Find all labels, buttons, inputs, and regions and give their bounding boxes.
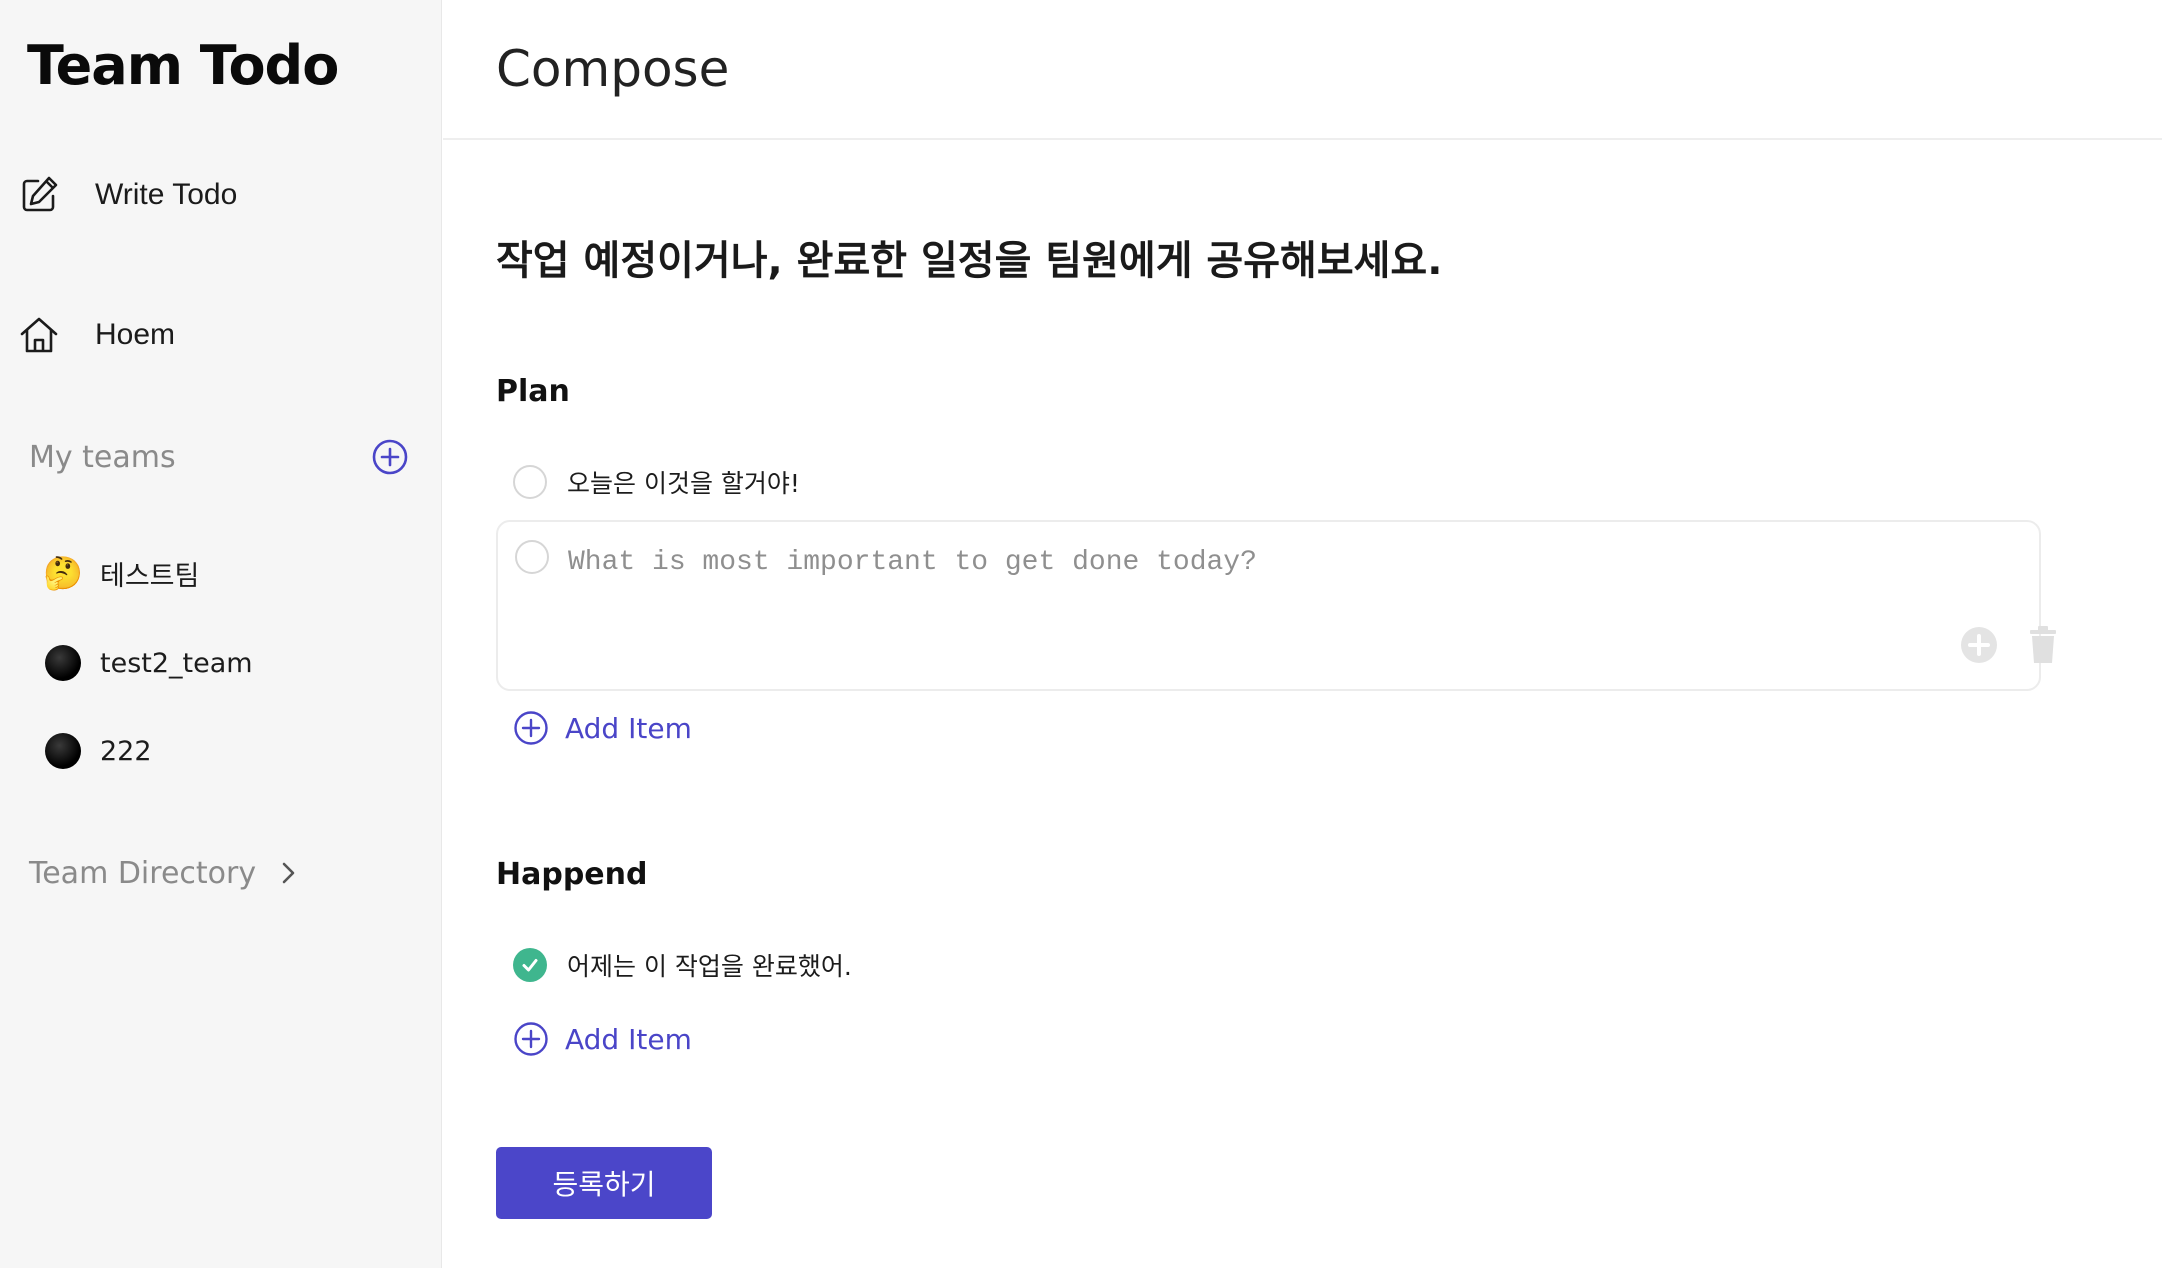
team-name: test2_team — [100, 647, 253, 679]
page-title: Compose — [496, 40, 730, 98]
thinking-face-icon: 🤔 — [43, 555, 83, 591]
plus-circle-icon — [514, 1022, 548, 1056]
todo-radio[interactable] — [515, 540, 549, 574]
team-directory-label: Team Directory — [29, 855, 257, 891]
home-icon — [20, 317, 58, 353]
team-item[interactable]: test2_team — [44, 638, 404, 688]
page-subtitle: 작업 예정이거나, 완료한 일정을 팀원에게 공유해보세요. — [496, 238, 1443, 284]
todo-input[interactable] — [568, 542, 1948, 582]
add-circle-icon[interactable] — [1960, 626, 1998, 664]
add-item-label: Add Item — [565, 711, 692, 745]
submit-button[interactable]: 등록하기 — [496, 1147, 712, 1219]
app-root: Team Todo Write Todo Hoem My teams 🤔 테스트… — [0, 0, 2162, 1268]
sidebar: Team Todo Write Todo Hoem My teams 🤔 테스트… — [0, 0, 442, 1268]
happend-add-item-button[interactable]: Add Item — [513, 1017, 692, 1061]
app-logo[interactable]: Team Todo — [27, 34, 339, 97]
plan-section-title: Plan — [496, 374, 570, 409]
sidebar-item-label: Hoem — [95, 318, 176, 351]
chevron-right-icon — [282, 862, 295, 884]
team-directory-link[interactable]: Team Directory — [29, 848, 302, 898]
plan-add-item-button[interactable]: Add Item — [513, 706, 692, 750]
todo-editor — [496, 520, 2056, 691]
plan-todo-item: 오늘은 이것을 할거야! — [513, 460, 800, 504]
team-item[interactable]: 222 — [44, 726, 404, 776]
team-item[interactable]: 🤔 테스트팀 — [43, 548, 404, 598]
team-avatar-icon — [44, 732, 82, 770]
my-teams-header: My teams — [29, 432, 409, 482]
sidebar-item-home[interactable]: Hoem — [18, 305, 418, 365]
todo-text[interactable]: 어제는 이 작업을 완료했어. — [567, 947, 852, 983]
team-name: 222 — [100, 735, 152, 767]
sidebar-item-write-todo[interactable]: Write Todo — [18, 165, 418, 225]
check-circle-icon[interactable] — [513, 948, 547, 982]
team-avatar-icon — [44, 644, 82, 682]
edit-icon — [22, 176, 58, 212]
trash-icon[interactable] — [2028, 626, 2058, 664]
page-header: Compose — [443, 0, 2162, 140]
sidebar-item-label: Write Todo — [95, 178, 238, 211]
plus-circle-icon — [514, 711, 548, 745]
add-item-label: Add Item — [565, 1022, 692, 1056]
team-name: 테스트팀 — [100, 560, 200, 592]
add-team-icon[interactable] — [371, 438, 409, 476]
todo-radio[interactable] — [513, 465, 547, 499]
happend-section-title: Happend — [496, 857, 648, 892]
main-content: Compose 작업 예정이거나, 완료한 일정을 팀원에게 공유해보세요. P… — [443, 0, 2162, 1268]
happend-todo-item: 어제는 이 작업을 완료했어. — [513, 943, 852, 987]
my-teams-label: My teams — [29, 439, 176, 475]
todo-text[interactable]: 오늘은 이것을 할거야! — [567, 464, 800, 500]
